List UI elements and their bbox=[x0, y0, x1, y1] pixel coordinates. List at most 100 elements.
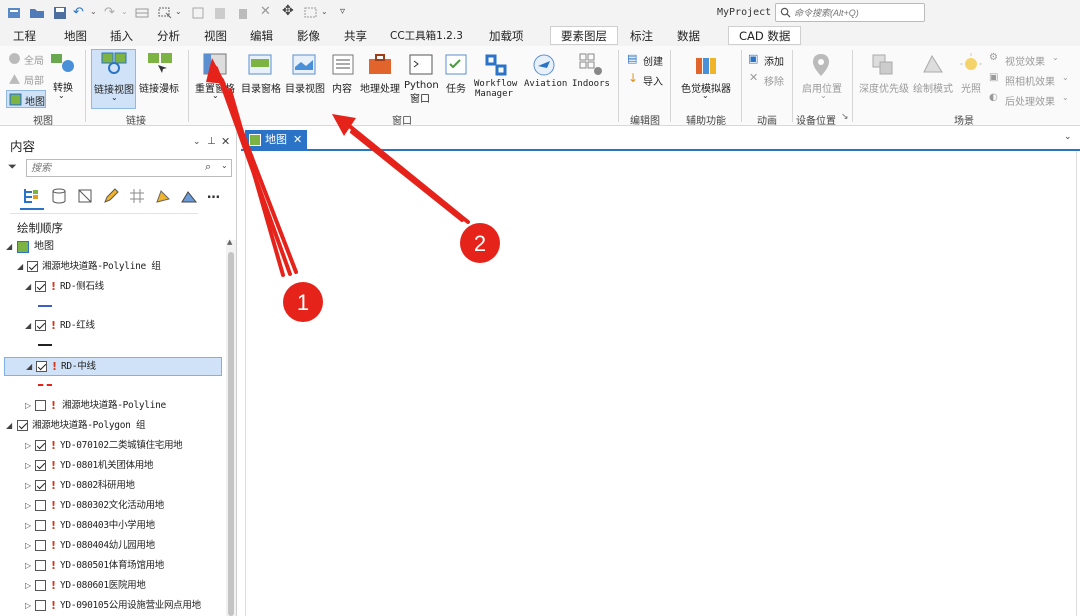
tab-analysis[interactable]: 分析 bbox=[157, 28, 180, 44]
tab-data[interactable]: 数据 bbox=[677, 28, 700, 44]
map-view-button[interactable]: 地图 bbox=[6, 90, 46, 108]
collapse-icon[interactable]: ▷ bbox=[25, 458, 31, 474]
select-edit-icon[interactable] bbox=[303, 5, 319, 21]
visibility-checkbox[interactable] bbox=[35, 281, 46, 292]
tab-share[interactable]: 共享 bbox=[344, 28, 367, 44]
visibility-checkbox[interactable] bbox=[35, 500, 46, 511]
tasks-button[interactable]: 任务 bbox=[446, 80, 466, 95]
toc-map-node[interactable]: ◢ 地图 bbox=[4, 239, 204, 255]
chevron-down-icon[interactable]: ⌄ bbox=[90, 7, 97, 16]
scrollbar-track[interactable]: ▲ bbox=[226, 238, 236, 616]
perspective-imagery-icon[interactable] bbox=[180, 187, 198, 205]
contents-search-input[interactable] bbox=[31, 161, 201, 175]
toc-layer[interactable]: ▷ ! YD-0802科研用地 bbox=[4, 478, 224, 494]
tab-project[interactable]: 工程 bbox=[13, 28, 36, 44]
map-view-tab[interactable]: 地图 ✕ bbox=[245, 130, 307, 150]
scrollbar-thumb[interactable] bbox=[228, 252, 234, 616]
tab-addins[interactable]: 加载项 bbox=[489, 28, 524, 44]
remove-animation-button[interactable]: 移除 bbox=[764, 73, 784, 88]
toc-layer[interactable]: ▷ ! YD-0801机关团体用地 bbox=[4, 458, 224, 474]
workflow-manager-button[interactable]: Workflow bbox=[474, 79, 517, 89]
toc-group-polyline[interactable]: ◢ 湘源地块道路-Polyline 组 bbox=[4, 259, 224, 275]
selection-icon[interactable] bbox=[76, 187, 94, 205]
import-button[interactable]: 导入 bbox=[643, 73, 663, 88]
draw-mode-button[interactable]: 绘制模式 bbox=[913, 80, 953, 95]
visual-effects-button[interactable]: 视觉效果 bbox=[1005, 53, 1045, 68]
collapse-icon[interactable]: ▷ bbox=[25, 478, 31, 494]
toc-group-polygon[interactable]: ◢ 湘源地块道路-Polygon 组 bbox=[4, 418, 224, 434]
indoors-button[interactable]: Indoors bbox=[572, 79, 610, 89]
tab-view[interactable]: 视图 bbox=[204, 28, 227, 48]
visibility-checkbox[interactable] bbox=[35, 320, 46, 331]
visibility-checkbox[interactable] bbox=[35, 460, 46, 471]
toc-layer[interactable]: ▷ ! YD-090105公用设施营业网点用地 bbox=[4, 598, 224, 614]
create-button[interactable]: 创建 bbox=[643, 53, 663, 68]
expand-icon[interactable]: ◢ bbox=[17, 259, 23, 275]
toc-layer[interactable]: ▷ ! 湘源地块道路-Polyline bbox=[4, 398, 224, 414]
drawing-order-icon[interactable] bbox=[22, 187, 40, 205]
post-processing-button[interactable]: 后处理效果 bbox=[1005, 93, 1055, 108]
collapse-icon[interactable]: ▷ bbox=[25, 438, 31, 454]
catalog-pane-button[interactable]: 目录窗格 bbox=[241, 80, 281, 95]
toc-layer[interactable]: ▷ ! YD-080302文化活动用地 bbox=[4, 498, 224, 514]
catalog-view-button[interactable]: 目录视图 bbox=[285, 80, 325, 95]
collapse-icon[interactable]: ▷ bbox=[25, 518, 31, 534]
visibility-checkbox[interactable] bbox=[35, 480, 46, 491]
tab-labeling[interactable]: 标注 bbox=[630, 28, 653, 44]
move-icon[interactable]: ✥ bbox=[282, 3, 294, 19]
tab-imagery[interactable]: 影像 bbox=[297, 28, 320, 44]
customize-qat-icon[interactable]: ▿ bbox=[340, 6, 345, 17]
expand-icon[interactable]: ◢ bbox=[6, 418, 12, 434]
aviation-button[interactable]: Aviation bbox=[524, 79, 567, 89]
pane-options-icon[interactable]: ⌄ bbox=[193, 137, 201, 147]
open-project-icon[interactable] bbox=[29, 5, 45, 21]
visibility-checkbox[interactable] bbox=[35, 520, 46, 531]
search-icon[interactable]: ⌕ bbox=[205, 160, 211, 174]
expand-icon[interactable]: ◢ bbox=[25, 318, 31, 334]
command-search-input[interactable] bbox=[794, 5, 922, 20]
tab-edit[interactable]: 编辑 bbox=[250, 28, 273, 44]
chevron-down-icon[interactable]: ⌄ bbox=[175, 7, 182, 16]
new-project-icon[interactable] bbox=[6, 5, 22, 21]
editing-icon[interactable] bbox=[102, 187, 120, 205]
visibility-checkbox[interactable] bbox=[35, 580, 46, 591]
close-icon[interactable]: ✕ bbox=[221, 135, 230, 148]
visibility-checkbox[interactable] bbox=[35, 540, 46, 551]
expand-icon[interactable]: ◢ bbox=[26, 359, 32, 375]
collapse-icon[interactable]: ▷ bbox=[25, 398, 31, 414]
select-icon[interactable] bbox=[157, 5, 173, 21]
toc-layer[interactable]: ◢ ! RD-红线 bbox=[4, 318, 224, 334]
toc-layer[interactable]: ▷ ! YD-070102二类城镇住宅用地 bbox=[4, 438, 224, 454]
lighting-button[interactable]: 光照 bbox=[961, 80, 981, 95]
pin-icon[interactable]: ⊥ bbox=[207, 136, 216, 147]
global-view-button[interactable]: 全局 bbox=[24, 52, 44, 67]
visibility-checkbox[interactable] bbox=[35, 560, 46, 571]
visibility-checkbox[interactable] bbox=[35, 600, 46, 611]
contents-search[interactable]: ⌕ ⌄ bbox=[26, 159, 232, 177]
link-views-button[interactable]: 链接视图 ⌄ bbox=[91, 49, 136, 109]
close-icon[interactable]: ✕ bbox=[260, 4, 271, 19]
tab-map[interactable]: 地图 bbox=[64, 28, 87, 44]
collapse-icon[interactable]: ▷ bbox=[25, 538, 31, 554]
camera-effects-button[interactable]: 照相机效果 bbox=[1005, 73, 1055, 88]
clear-selection-icon[interactable] bbox=[190, 5, 206, 21]
tab-feature-layer[interactable]: 要素图层 bbox=[550, 26, 618, 45]
expand-icon[interactable]: ◢ bbox=[6, 239, 12, 255]
save-project-icon[interactable] bbox=[52, 5, 68, 21]
collapse-icon[interactable]: ▷ bbox=[25, 598, 31, 614]
visibility-checkbox[interactable] bbox=[36, 361, 47, 372]
toc-layer[interactable]: ▷ ! YD-080403中小学用地 bbox=[4, 518, 224, 534]
visibility-checkbox[interactable] bbox=[35, 440, 46, 451]
delete-icon[interactable] bbox=[235, 5, 251, 21]
visibility-checkbox[interactable] bbox=[17, 420, 28, 431]
visibility-checkbox[interactable] bbox=[27, 261, 38, 272]
depth-priority-button[interactable]: 深度优先级 bbox=[859, 80, 909, 95]
snapping-icon[interactable] bbox=[128, 187, 146, 205]
toc-layer[interactable]: ▷ ! YD-080404幼儿园用地 bbox=[4, 538, 224, 554]
labeling-icon[interactable] bbox=[154, 187, 172, 205]
link-cursor-button[interactable]: 链接漫标 bbox=[139, 80, 179, 95]
more-options-icon[interactable]: … bbox=[207, 187, 220, 202]
tab-cc-toolbox[interactable]: CC工具箱1.2.3 bbox=[390, 28, 463, 43]
geoprocessing-button[interactable]: 地理处理 bbox=[360, 80, 400, 95]
add-animation-button[interactable]: 添加 bbox=[764, 53, 784, 68]
